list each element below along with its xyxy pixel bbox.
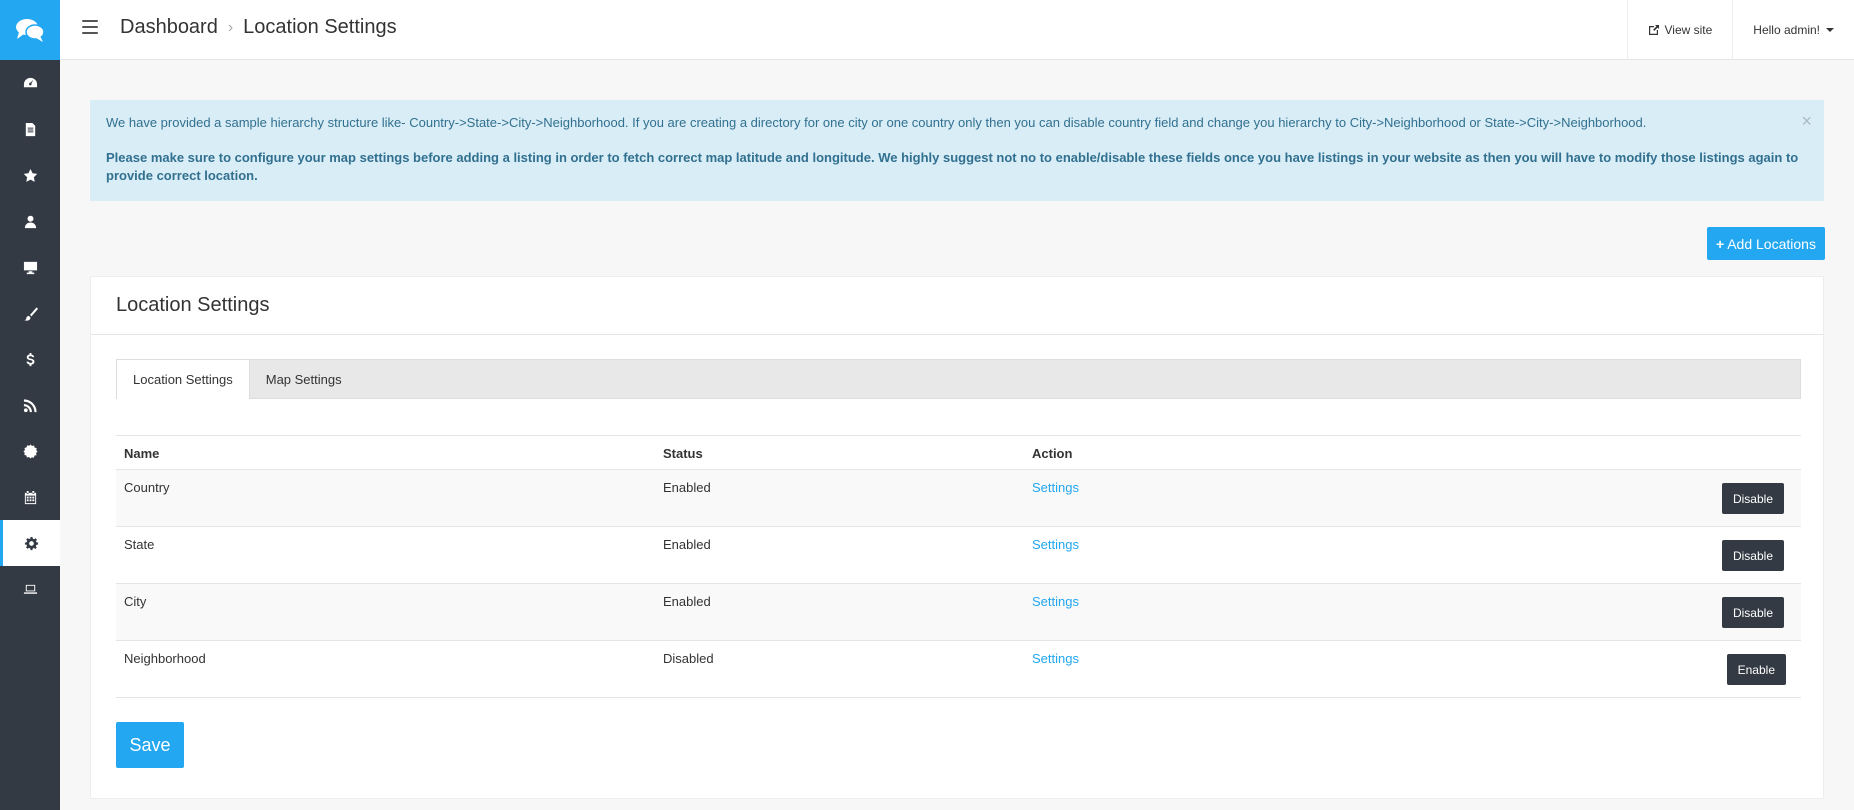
row-name: Country bbox=[124, 480, 170, 495]
breadcrumb-separator-icon: › bbox=[227, 18, 234, 36]
laptop-icon bbox=[23, 584, 37, 594]
sidebar-item-feeds[interactable] bbox=[0, 382, 60, 428]
table-row: Country Enabled Settings Disable bbox=[116, 470, 1801, 527]
sidebar-item-appearance[interactable] bbox=[0, 290, 60, 336]
sidebar-item-users[interactable] bbox=[0, 198, 60, 244]
certificate-icon bbox=[22, 443, 38, 459]
paint-brush-icon bbox=[23, 306, 38, 321]
calendar-icon bbox=[24, 490, 36, 504]
tab-location-settings[interactable]: Location Settings bbox=[117, 360, 250, 399]
page-title: Location Settings bbox=[243, 16, 397, 38]
desktop-icon bbox=[23, 261, 37, 274]
column-header-status: Status bbox=[663, 446, 703, 461]
star-icon bbox=[23, 168, 37, 182]
add-locations-label: Add Locations bbox=[1727, 235, 1816, 252]
row-status: Enabled bbox=[663, 594, 711, 609]
enable-button[interactable]: Enable bbox=[1726, 654, 1786, 685]
disable-button[interactable]: Disable bbox=[1721, 483, 1784, 514]
user-menu[interactable]: Hello admin! bbox=[1732, 0, 1854, 59]
chat-bubbles-icon bbox=[16, 19, 45, 42]
user-icon bbox=[24, 215, 36, 228]
sidebar-item-display[interactable] bbox=[0, 244, 60, 290]
top-right-actions: View site Hello admin! bbox=[1627, 0, 1854, 59]
sidebar-item-dashboard[interactable] bbox=[0, 60, 60, 106]
gear-icon bbox=[24, 536, 39, 550]
sidebar-item-payments[interactable] bbox=[0, 336, 60, 382]
sidebar bbox=[0, 0, 60, 810]
plus-icon: + bbox=[1716, 235, 1725, 252]
row-name: City bbox=[124, 594, 147, 609]
view-site-label: View site bbox=[1664, 22, 1713, 37]
app-logo[interactable] bbox=[0, 0, 60, 60]
row-settings-link[interactable]: Settings bbox=[1032, 537, 1079, 552]
view-site-link[interactable]: View site bbox=[1627, 0, 1732, 59]
row-status: Enabled bbox=[663, 480, 711, 495]
alert-message: We have provided a sample hierarchy stru… bbox=[106, 115, 1647, 130]
row-name: State bbox=[124, 537, 155, 552]
row-settings-link[interactable]: Settings bbox=[1032, 651, 1079, 666]
table-row: City Enabled Settings Disable bbox=[116, 584, 1801, 641]
rss-icon bbox=[23, 398, 37, 412]
dollar-icon bbox=[26, 352, 34, 366]
table-header-row: Name Status Action bbox=[116, 436, 1801, 470]
column-header-name: Name bbox=[124, 446, 160, 461]
disable-button[interactable]: Disable bbox=[1721, 597, 1784, 628]
sidebar-item-events[interactable] bbox=[0, 474, 60, 520]
breadcrumb: Dashboard › Location Settings bbox=[120, 16, 397, 39]
panel-divider bbox=[91, 334, 1823, 335]
row-status: Enabled bbox=[663, 537, 711, 552]
info-alert: We have provided a sample hierarchy stru… bbox=[90, 100, 1824, 201]
close-icon[interactable]: × bbox=[1801, 112, 1812, 130]
add-locations-button[interactable]: + Add Locations bbox=[1707, 227, 1825, 260]
row-status: Disabled bbox=[663, 651, 714, 666]
panel-title: Location Settings bbox=[116, 294, 270, 316]
settings-tabs: Location Settings Map Settings bbox=[116, 359, 1801, 399]
disable-button[interactable]: Disable bbox=[1721, 540, 1784, 571]
table-row: State Enabled Settings Disable bbox=[116, 527, 1801, 584]
column-header-action: Action bbox=[1032, 446, 1073, 461]
file-icon bbox=[25, 122, 35, 136]
row-settings-link[interactable]: Settings bbox=[1032, 480, 1079, 495]
sidebar-item-devices[interactable] bbox=[0, 566, 60, 612]
breadcrumb-dashboard[interactable]: Dashboard bbox=[120, 16, 218, 39]
sidebar-item-settings[interactable] bbox=[0, 520, 60, 566]
location-settings-panel: Location Settings Location Settings Map … bbox=[90, 276, 1824, 799]
user-menu-label: Hello admin! bbox=[1753, 22, 1820, 37]
sidebar-item-featured[interactable] bbox=[0, 152, 60, 198]
save-button[interactable]: Save bbox=[116, 722, 184, 768]
sidebar-item-badges[interactable] bbox=[0, 428, 60, 474]
table-row: Neighborhood Disabled Settings Enable bbox=[116, 641, 1801, 698]
top-bar: Dashboard › Location Settings View site … bbox=[60, 0, 1854, 60]
row-name: Neighborhood bbox=[124, 651, 206, 666]
caret-down-icon bbox=[1826, 27, 1834, 32]
tab-map-settings[interactable]: Map Settings bbox=[250, 360, 358, 398]
dashboard-icon bbox=[23, 77, 37, 87]
external-link-icon bbox=[1649, 24, 1660, 35]
alert-warning: Please make sure to configure your map s… bbox=[106, 150, 1799, 183]
sidebar-item-pages[interactable] bbox=[0, 106, 60, 152]
locations-table: Name Status Action Country Enabled Setti… bbox=[116, 435, 1801, 698]
row-settings-link[interactable]: Settings bbox=[1032, 594, 1079, 609]
menu-toggle-icon[interactable] bbox=[82, 20, 98, 34]
